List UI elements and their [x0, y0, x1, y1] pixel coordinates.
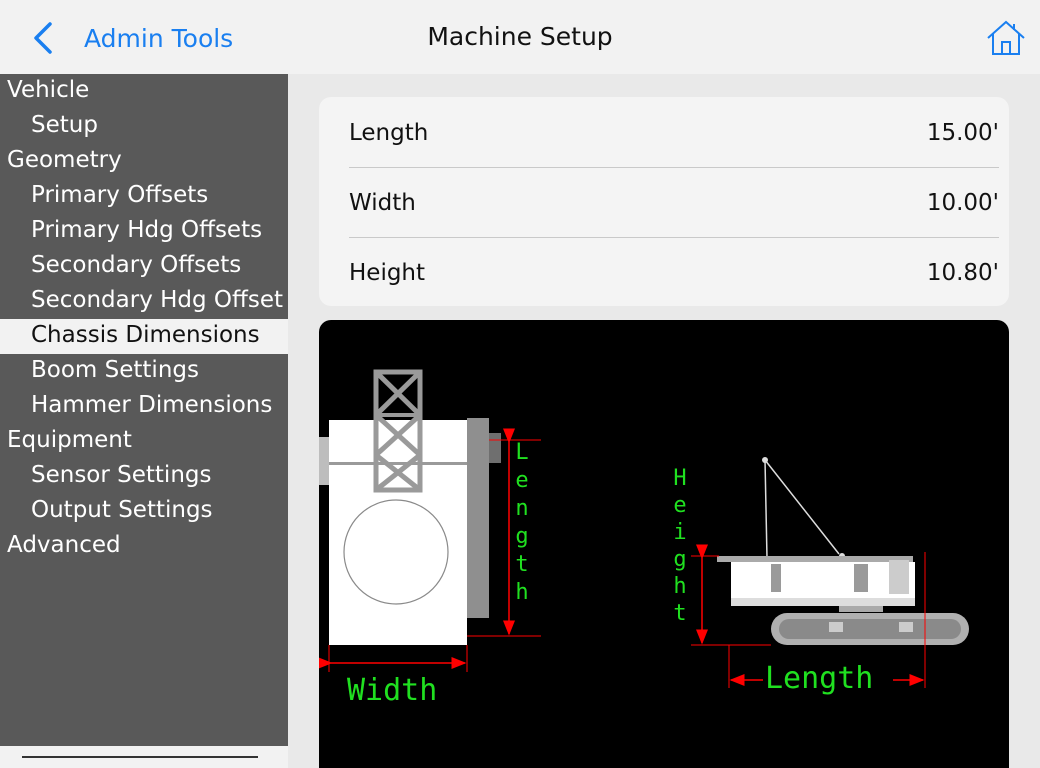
- sidebar-item-chassis-dimensions[interactable]: Chassis Dimensions: [0, 319, 288, 354]
- length-dimension-label: Length: [765, 661, 874, 696]
- height-vertical-label: Height: [669, 468, 691, 630]
- sidebar-footer: [0, 746, 288, 768]
- width-dimension-label: Width: [347, 673, 438, 708]
- sidebar-item-setup[interactable]: Setup: [0, 109, 288, 144]
- sidebar-item-advanced[interactable]: Advanced: [0, 529, 288, 564]
- height-label: Height: [349, 260, 426, 286]
- width-value: 10.00': [926, 190, 999, 216]
- dimensions-card: Length 15.00' Width 10.00' Height 10.80': [319, 97, 1009, 306]
- back-button-label: Admin Tools: [84, 23, 234, 53]
- sidebar-item-boom-settings[interactable]: Boom Settings: [0, 354, 288, 389]
- height-row[interactable]: Height 10.80': [349, 239, 999, 307]
- home-icon: [987, 20, 1025, 55]
- width-row[interactable]: Width 10.00': [349, 169, 999, 238]
- side-view-machine: [717, 457, 969, 645]
- height-vertical-text: Height: [673, 466, 687, 626]
- scroll-indicator: [22, 756, 258, 758]
- sidebar-item-secondary-offsets[interactable]: Secondary Offsets: [0, 249, 288, 284]
- length-row[interactable]: Length 15.00': [349, 99, 999, 168]
- height-value: 10.80': [926, 260, 999, 286]
- length-value: 15.00': [926, 120, 999, 146]
- sidebar-item-secondary-hdg-offset[interactable]: Secondary Hdg Offset: [0, 284, 288, 319]
- home-button[interactable]: [984, 18, 1028, 58]
- sidebar-item-primary-offsets[interactable]: Primary Offsets: [0, 179, 288, 214]
- length-vertical-text: Length: [515, 440, 529, 605]
- chassis-diagram: Width Length Length Height: [319, 320, 1009, 768]
- sidebar-item-equipment[interactable]: Equipment: [0, 424, 288, 459]
- sidebar-item-hammer-dimensions[interactable]: Hammer Dimensions: [0, 389, 288, 424]
- chevron-left-icon: [34, 22, 52, 54]
- sidebar-item-geometry[interactable]: Geometry: [0, 144, 288, 179]
- sidebar-item-sensor-settings[interactable]: Sensor Settings: [0, 459, 288, 494]
- length-vertical-label: Length: [511, 442, 533, 610]
- sidebar-item-output-settings[interactable]: Output Settings: [0, 494, 288, 529]
- header-bar: Admin Tools Machine Setup: [0, 0, 1040, 74]
- back-button[interactable]: Admin Tools: [28, 18, 258, 58]
- sidebar-nav: Vehicle Setup Geometry Primary Offsets P…: [0, 74, 288, 746]
- length-label: Length: [349, 120, 429, 146]
- sidebar-item-vehicle[interactable]: Vehicle: [0, 74, 288, 109]
- sidebar-item-primary-hdg-offsets[interactable]: Primary Hdg Offsets: [0, 214, 288, 249]
- top-view-machine: [319, 369, 501, 645]
- width-label: Width: [349, 190, 416, 216]
